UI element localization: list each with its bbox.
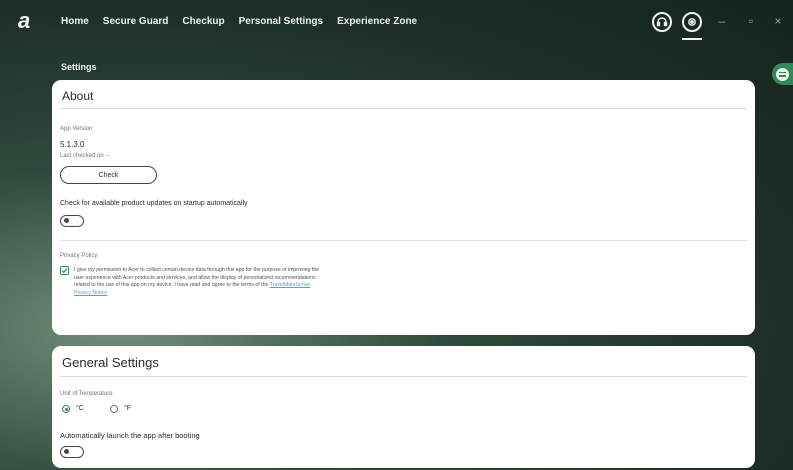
celsius-label: °C: [76, 405, 84, 412]
toggle-knob: [64, 449, 69, 454]
app-version-label: App Version: [60, 126, 93, 132]
privacy-consent-text: I give my permission to Acer to collect …: [74, 267, 324, 297]
app-logo: a: [18, 8, 31, 33]
celsius-radio[interactable]: [62, 405, 70, 413]
side-panel-button[interactable]: [772, 63, 793, 85]
general-settings-header: General Settings: [60, 346, 747, 377]
general-settings-card: General Settings Unit of Temperature °C …: [52, 346, 755, 468]
menu-list-icon: [776, 67, 789, 81]
main-nav: Home Secure Guard Checkup Personal Setti…: [61, 16, 417, 27]
app-version-value: 5.1.3.0: [60, 140, 85, 149]
temperature-unit-label: Unit of Temperature: [60, 391, 113, 397]
privacy-policy-label: Privacy Policy: [60, 253, 98, 259]
nav-experience-zone[interactable]: Experience Zone: [337, 16, 417, 27]
general-settings-title: General Settings: [62, 355, 159, 370]
autolaunch-label: Automatically launch the app after booti…: [60, 431, 200, 440]
page-title: Settings: [61, 62, 97, 72]
nav-personal-settings[interactable]: Personal Settings: [239, 16, 323, 27]
nav-checkup[interactable]: Checkup: [182, 16, 224, 27]
about-title: About: [62, 89, 94, 103]
last-checked-text: Last checked on --: [60, 153, 110, 159]
fahrenheit-label: °F: [124, 405, 132, 412]
fahrenheit-radio[interactable]: [110, 405, 118, 413]
check-button[interactable]: Check: [60, 166, 157, 184]
nav-secure-guard[interactable]: Secure Guard: [103, 16, 169, 27]
auto-update-label: Check for available product updates on s…: [60, 200, 248, 207]
top-bar: a Home Secure Guard Checkup Personal Set…: [0, 0, 793, 44]
section-divider: [60, 240, 747, 241]
maximize-button[interactable]: ▫: [744, 14, 758, 28]
nav-home[interactable]: Home: [61, 16, 89, 27]
auto-update-toggle[interactable]: [60, 215, 84, 227]
close-button[interactable]: ×: [771, 14, 785, 28]
about-header: About: [60, 80, 747, 109]
minimize-button[interactable]: –: [715, 14, 729, 28]
settings-active-indicator: [682, 38, 702, 40]
gear-icon[interactable]: [682, 12, 702, 32]
autolaunch-toggle[interactable]: [60, 446, 84, 458]
privacy-consent-checkbox[interactable]: [60, 266, 69, 275]
checkmark-icon: [61, 268, 68, 274]
about-card: About App Version 5.1.3.0 Last checked o…: [52, 80, 755, 335]
headset-icon[interactable]: [652, 12, 672, 32]
toggle-knob: [64, 218, 69, 223]
